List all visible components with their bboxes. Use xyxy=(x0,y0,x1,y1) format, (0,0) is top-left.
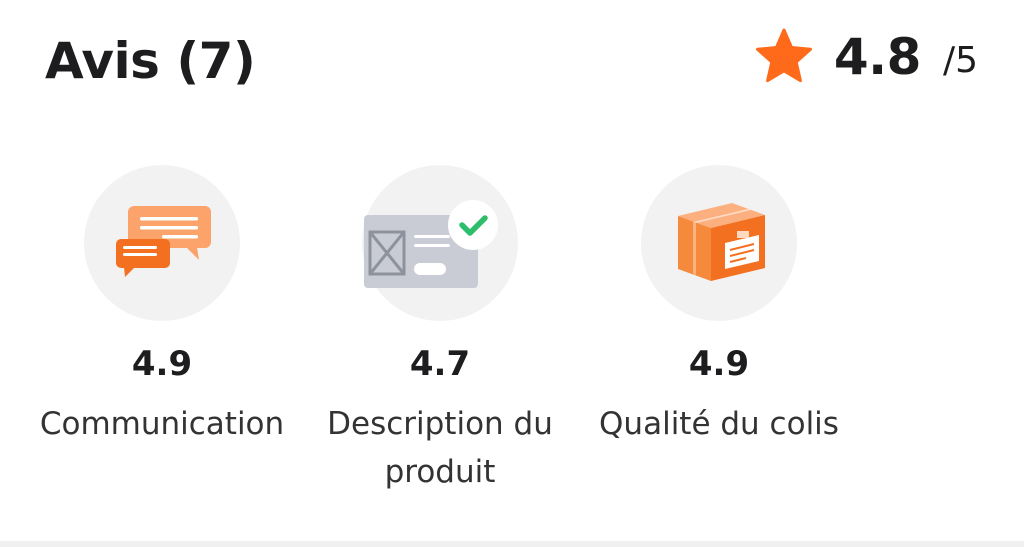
category-communication: 4.9 Communication xyxy=(12,165,312,448)
communication-label: Communication xyxy=(39,406,285,442)
product-description-icon-circle xyxy=(362,165,518,321)
rating-max: /5 xyxy=(942,39,978,81)
product-description-score: 4.7 xyxy=(409,344,471,384)
star-icon xyxy=(755,28,812,83)
category-product-description: 4.7 Description du produit xyxy=(290,165,590,496)
package-quality-score: 4.9 xyxy=(688,344,750,384)
communication-icon-circle xyxy=(84,165,240,321)
reviews-title[interactable]: Avis (7) xyxy=(45,26,256,96)
section-divider xyxy=(0,541,1024,547)
package-quality-icon-circle xyxy=(641,165,797,321)
rating-value: 4.8 xyxy=(833,28,922,86)
category-package-quality: 4.9 Qualité du colis xyxy=(569,165,869,448)
package-box-icon xyxy=(678,203,765,281)
product-description-label: Description du produit xyxy=(327,406,553,490)
chat-bubbles-icon xyxy=(116,206,211,277)
product-description-check-icon xyxy=(364,200,498,288)
communication-score: 4.9 xyxy=(131,344,193,384)
overall-rating: 4.8 /5 xyxy=(754,22,978,92)
package-quality-label: Qualité du colis xyxy=(599,406,839,442)
reviews-section: Avis (7) 4.8 /5 4.9 Communication 4.7 De… xyxy=(0,0,1024,547)
